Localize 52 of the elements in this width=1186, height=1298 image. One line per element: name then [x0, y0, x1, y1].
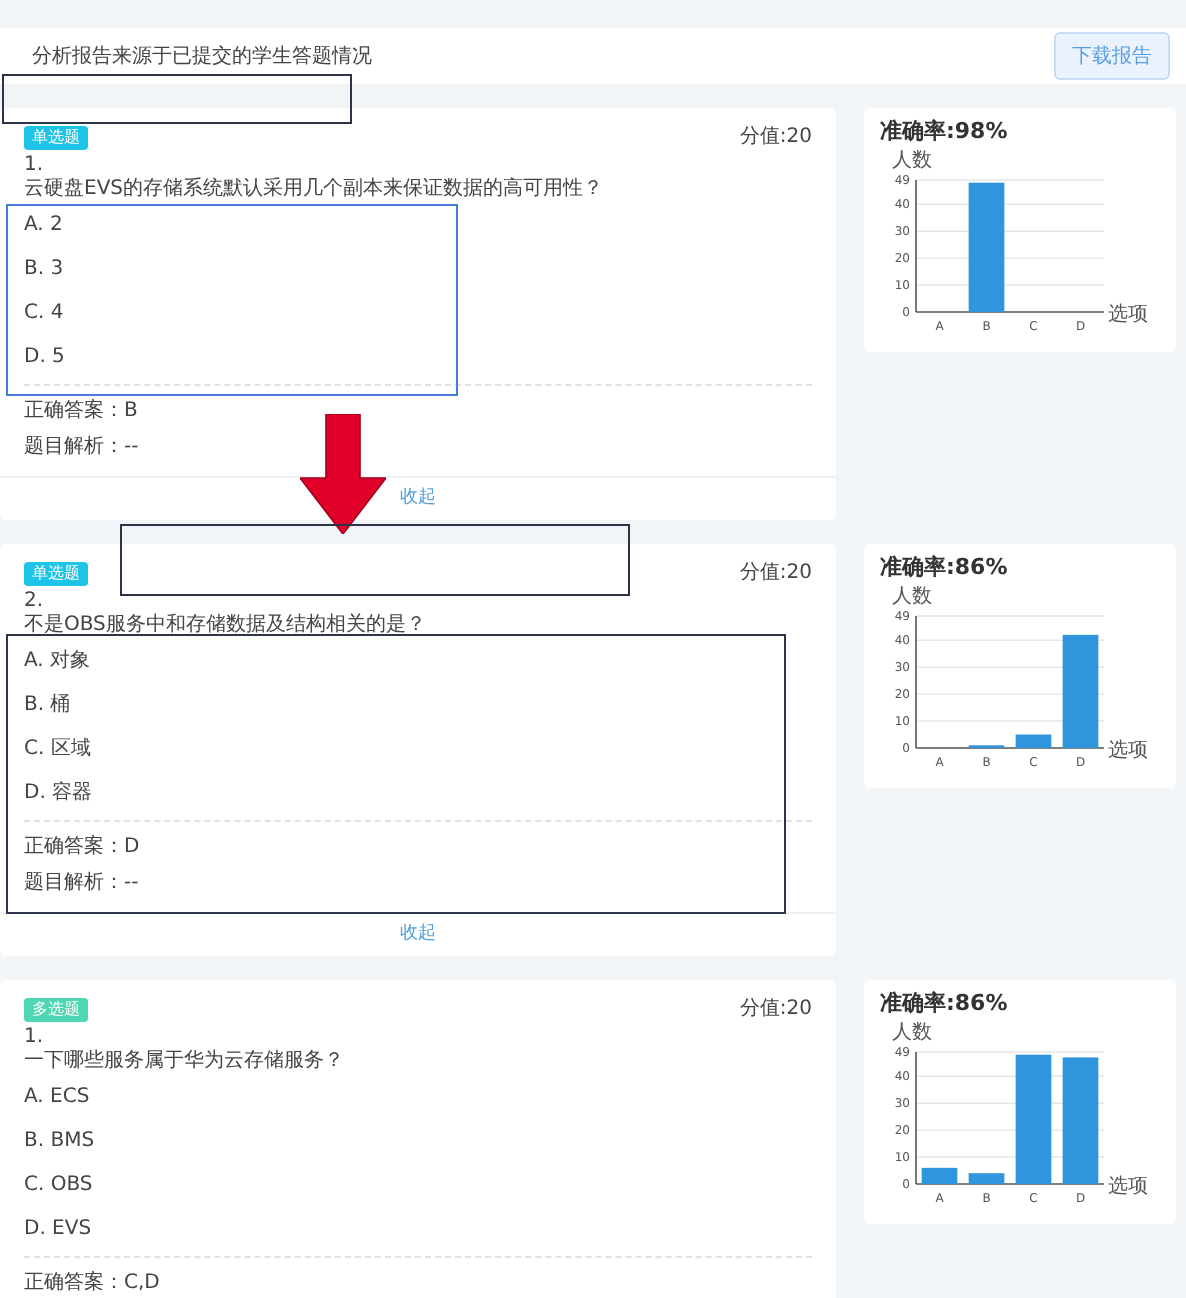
bar — [921, 1167, 958, 1184]
bar — [1015, 734, 1052, 748]
bar — [1062, 634, 1099, 748]
correct-answer: 正确答案：D — [24, 836, 140, 860]
question-number: 1. — [24, 154, 44, 178]
answer-option: B. 桶 — [24, 694, 71, 718]
correct-answer: 正确答案：C,D — [24, 1272, 160, 1296]
answer-option: D. 5 — [24, 346, 65, 370]
question-text: 不是OBS服务中和存储数据及结构相关的是？ — [24, 614, 426, 638]
y-axis-line — [915, 1051, 917, 1185]
question-text: 一下哪些服务属于华为云存储服务？ — [24, 1050, 344, 1074]
bar — [1062, 1057, 1099, 1184]
bar — [968, 182, 1005, 312]
y-axis-line — [915, 179, 917, 313]
axis-label: 人数 — [892, 150, 932, 172]
answer-option: B. 3 — [24, 258, 64, 282]
answer-option: C. 4 — [24, 302, 64, 326]
answer-option: D. EVS — [24, 1218, 92, 1242]
answer-option: C. OBS — [24, 1174, 93, 1198]
score-label: 分值:20 — [739, 126, 812, 150]
answer-option: A. 2 — [24, 214, 63, 238]
report-notice: 分析报告来源于已提交的学生答题情况 — [32, 43, 372, 70]
answer-option: D. 容器 — [24, 782, 93, 806]
download-report-button[interactable]: 下载报告 — [1054, 32, 1170, 80]
question-type-tag: 单选题 — [24, 126, 88, 150]
axis-label: 选项 — [1108, 1176, 1148, 1198]
score-label: 分值:20 — [739, 998, 812, 1022]
axis-label: 人数 — [892, 1022, 932, 1044]
accuracy-title: 准确率:98% — [880, 118, 1010, 144]
question-analysis: 题目解析：-- — [24, 872, 139, 896]
correct-answer: 正确答案：B — [24, 400, 138, 424]
question-type-tag: 单选题 — [24, 562, 88, 586]
axis-label: 人数 — [892, 586, 932, 608]
answer-option: C. 区域 — [24, 738, 91, 762]
answer-option: A. ECS — [24, 1086, 90, 1110]
question-number: 1. — [24, 1026, 44, 1050]
axis-label: 选项 — [1108, 304, 1148, 326]
question-type-tag: 多选题 — [24, 998, 88, 1022]
axis-label: 选项 — [1108, 740, 1148, 762]
collapse-link[interactable]: 收起 — [400, 488, 436, 508]
answer-option: A. 对象 — [24, 650, 91, 674]
accuracy-title: 准确率:86% — [880, 990, 1010, 1016]
collapse-link[interactable]: 收起 — [400, 924, 436, 944]
question-number: 2. — [24, 590, 44, 614]
question-text: 云硬盘EVS的存储系统默认采用几个副本来保证数据的高可用性？ — [24, 178, 604, 202]
score-label: 分值:20 — [739, 562, 812, 586]
answer-option: B. BMS — [24, 1130, 95, 1154]
bar — [1015, 1054, 1052, 1184]
question-analysis: 题目解析：-- — [24, 436, 139, 460]
bar — [968, 1173, 1005, 1184]
y-axis-line — [915, 615, 917, 749]
accuracy-title: 准确率:86% — [880, 554, 1010, 580]
